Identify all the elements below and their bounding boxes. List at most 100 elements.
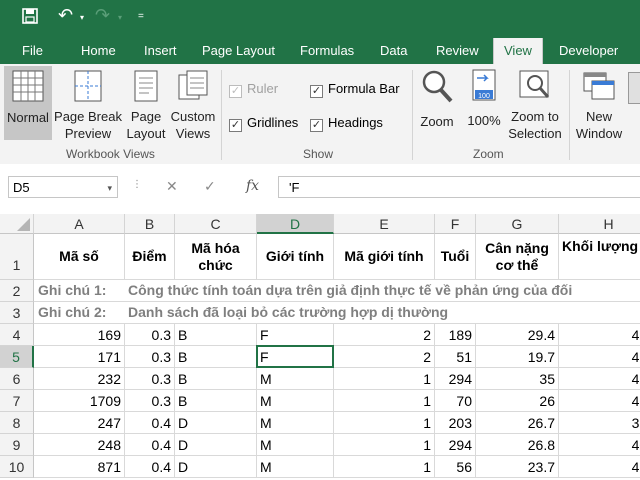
formula-bar-checkbox[interactable]: ✓ Formula Bar bbox=[310, 81, 400, 98]
table-cell[interactable]: 0.3 bbox=[125, 368, 175, 390]
table-cell[interactable]: 476 bbox=[559, 368, 640, 390]
normal-view-button[interactable]: Normal bbox=[4, 66, 52, 140]
enter-icon[interactable]: ✓ bbox=[204, 178, 216, 195]
table-cell[interactable]: 1 bbox=[334, 368, 435, 390]
column-header-c[interactable]: C bbox=[175, 214, 257, 234]
table-cell[interactable]: 294 bbox=[435, 368, 476, 390]
table-cell[interactable]: M bbox=[257, 368, 334, 390]
zoom-button[interactable]: Zoom bbox=[416, 66, 458, 144]
table-cell[interactable]: 169 bbox=[34, 324, 125, 346]
page-layout-view-button[interactable]: Page Layout bbox=[124, 66, 168, 144]
table-cell[interactable]: 2 bbox=[334, 324, 435, 346]
row-header-6[interactable]: 6 bbox=[0, 368, 34, 390]
table-cell[interactable]: 478 bbox=[559, 390, 640, 412]
table-cell[interactable]: M bbox=[257, 456, 334, 478]
chevron-down-icon[interactable]: ▾ bbox=[107, 177, 112, 199]
tab-page-layout[interactable]: Page Layout bbox=[202, 38, 275, 64]
table-cell[interactable]: 23.7 bbox=[476, 456, 559, 478]
table-cell[interactable]: 2 bbox=[334, 346, 435, 368]
header-cell[interactable]: Khối lượng não bộ bbox=[559, 234, 640, 280]
tab-developer[interactable]: Developer bbox=[559, 38, 618, 64]
table-cell[interactable]: 0.4 bbox=[125, 434, 175, 456]
tab-view[interactable]: View bbox=[493, 38, 543, 64]
header-cell[interactable]: Cân nặng cơ thể bbox=[476, 234, 559, 280]
tab-insert[interactable]: Insert bbox=[144, 38, 177, 64]
headings-checkbox[interactable]: ✓ Headings bbox=[310, 115, 383, 132]
column-header-h[interactable]: H bbox=[559, 214, 640, 234]
column-header-g[interactable]: G bbox=[476, 214, 559, 234]
header-cell[interactable]: Tuổi bbox=[435, 234, 476, 280]
tab-file[interactable]: File bbox=[22, 38, 43, 64]
table-cell[interactable]: 189 bbox=[435, 324, 476, 346]
table-cell[interactable]: F bbox=[257, 324, 334, 346]
table-cell[interactable]: 474 bbox=[559, 346, 640, 368]
table-cell[interactable]: 0.3 bbox=[125, 390, 175, 412]
table-cell[interactable]: 26.7 bbox=[476, 412, 559, 434]
table-cell[interactable]: B bbox=[175, 324, 257, 346]
tab-data[interactable]: Data bbox=[380, 38, 407, 64]
column-header-d[interactable]: D bbox=[257, 214, 334, 234]
table-cell[interactable]: 1 bbox=[334, 456, 435, 478]
table-cell[interactable]: M bbox=[257, 412, 334, 434]
table-cell[interactable]: 495 bbox=[559, 324, 640, 346]
row-header-5[interactable]: 5 bbox=[0, 346, 34, 368]
table-cell[interactable]: 408 bbox=[559, 434, 640, 456]
table-cell[interactable]: 35 bbox=[476, 368, 559, 390]
table-cell[interactable]: 29.4 bbox=[476, 324, 559, 346]
column-header-f[interactable]: F bbox=[435, 214, 476, 234]
formula-input[interactable]: 'F bbox=[278, 176, 640, 198]
customize-toolbar-icon[interactable]: = bbox=[138, 11, 144, 22]
table-cell[interactable]: 70 bbox=[435, 390, 476, 412]
row-header-9[interactable]: 9 bbox=[0, 434, 34, 456]
custom-views-button[interactable]: Custom Views bbox=[170, 66, 216, 144]
table-cell[interactable]: B bbox=[175, 390, 257, 412]
table-cell[interactable]: 419 bbox=[559, 456, 640, 478]
table-cell[interactable]: 19.7 bbox=[476, 346, 559, 368]
tab-home[interactable]: Home bbox=[81, 38, 116, 64]
table-cell[interactable]: 26 bbox=[476, 390, 559, 412]
table-cell[interactable]: M bbox=[257, 434, 334, 456]
row-header-1[interactable]: 1 bbox=[0, 234, 34, 280]
table-cell[interactable]: 871 bbox=[34, 456, 125, 478]
header-cell[interactable]: Mã số bbox=[34, 234, 125, 280]
undo-icon[interactable]: ↶ bbox=[58, 5, 73, 26]
table-cell[interactable]: 1 bbox=[334, 412, 435, 434]
table-cell[interactable]: 0.4 bbox=[125, 412, 175, 434]
table-cell[interactable]: M bbox=[257, 390, 334, 412]
new-window-button[interactable]: New Window bbox=[572, 66, 626, 144]
arrange-all-icon[interactable] bbox=[628, 72, 640, 104]
table-cell[interactable]: 1 bbox=[334, 390, 435, 412]
table-cell[interactable]: 56 bbox=[435, 456, 476, 478]
column-header-e[interactable]: E bbox=[334, 214, 435, 234]
table-cell[interactable]: D bbox=[175, 434, 257, 456]
table-cell[interactable]: 232 bbox=[34, 368, 125, 390]
table-cell[interactable]: 51 bbox=[435, 346, 476, 368]
column-header-b[interactable]: B bbox=[125, 214, 175, 234]
name-box[interactable]: D5 ▾ bbox=[8, 176, 118, 198]
row-header-7[interactable]: 7 bbox=[0, 390, 34, 412]
select-all-corner[interactable] bbox=[0, 214, 34, 234]
table-cell[interactable]: 1 bbox=[334, 434, 435, 456]
table-cell[interactable]: B bbox=[175, 346, 257, 368]
cancel-icon[interactable]: ✕ bbox=[166, 178, 178, 195]
tab-review[interactable]: Review bbox=[436, 38, 479, 64]
row-header-2[interactable]: 2 bbox=[0, 280, 34, 302]
header-cell[interactable]: Mã hóa chức bbox=[175, 234, 257, 280]
table-cell[interactable]: 0.3 bbox=[125, 324, 175, 346]
column-header-a[interactable]: A bbox=[34, 214, 125, 234]
insert-function-icon[interactable]: fx bbox=[246, 178, 259, 194]
zoom-to-selection-button[interactable]: Zoom to Selection bbox=[506, 66, 564, 144]
row-header-8[interactable]: 8 bbox=[0, 412, 34, 434]
header-cell[interactable]: Giới tính bbox=[257, 234, 334, 280]
header-cell[interactable]: Điểm bbox=[125, 234, 175, 280]
table-cell[interactable]: 0.3 bbox=[125, 346, 175, 368]
header-cell[interactable]: Mã giới tính bbox=[334, 234, 435, 280]
table-cell[interactable]: D bbox=[175, 456, 257, 478]
row-header-10[interactable]: 10 bbox=[0, 456, 34, 478]
drag-handle-icon[interactable]: ⋮ bbox=[132, 179, 142, 190]
row-header-4[interactable]: 4 bbox=[0, 324, 34, 346]
table-cell[interactable]: 171 bbox=[34, 346, 125, 368]
save-icon[interactable] bbox=[22, 8, 38, 27]
table-cell[interactable]: 294 bbox=[435, 434, 476, 456]
table-cell[interactable]: 203 bbox=[435, 412, 476, 434]
